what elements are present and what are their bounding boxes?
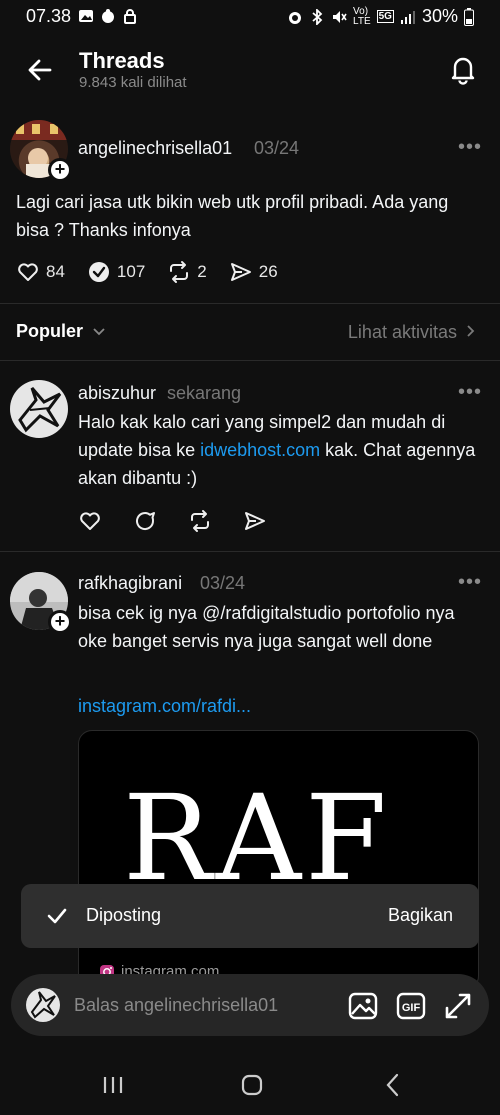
divider [0,303,500,304]
reply-time: sekarang [167,383,242,403]
reply-username[interactable]: rafkhagibrani [78,573,182,594]
repost-icon [170,261,189,283]
comment-icon[interactable] [133,509,157,533]
reply-avatar-rafkhagibrani[interactable]: + [10,572,72,634]
view-activity-link[interactable]: Lihat aktivitas [348,322,476,343]
link-preview-card[interactable]: RAF instagram.com [78,730,479,990]
avatar-sketch [18,387,62,433]
share-count: 26 [258,262,278,281]
like-count: 84 [46,262,65,281]
repost-count: 2 [197,262,207,281]
follow-plus-button[interactable]: + [48,610,72,634]
preview-logo-text: RAF [123,769,391,907]
gallery-icon [79,10,93,22]
reply-avatar-abiszuhur[interactable] [10,380,68,438]
signal-icon [400,10,415,24]
toast-message: Diposting [86,905,162,925]
battery-percent: 30% [421,6,458,26]
system-nav-bar [0,1050,500,1115]
view-activity-label: Lihat aktivitas [347,322,457,342]
bell-icon[interactable] [446,52,480,86]
reply-username[interactable]: abiszuhur [78,383,156,404]
status-notification-icons [78,8,138,24]
image-icon[interactable] [347,990,379,1022]
reply-link[interactable]: idwebhost.com [200,440,320,460]
reply-time: 03/24 [200,573,246,593]
status-system-icons: Vo) LTE 5G 30% [287,6,474,27]
reply-badge-icon [88,262,109,282]
main-post-avatar[interactable]: + [10,120,72,182]
like-button[interactable]: 84 [16,260,65,284]
more-options-icon[interactable]: ••• [458,381,482,404]
page-title: Threads [79,48,165,73]
expand-icon[interactable] [442,990,474,1022]
battery-icon [464,7,474,26]
reply-body: bisa cek ig nya @/rafdigitalstudio porto… [78,603,455,651]
heart-icon [18,263,38,281]
avatar-sketch [30,991,56,1019]
svg-text:GIF: GIF [402,1002,421,1014]
status-bar: 07.38 Vo) LTE 5G 30% [0,0,500,34]
volte-indicator: Vo) LTE [353,5,371,27]
posted-toast: Diposting Bagikan [21,884,479,948]
follow-plus-button[interactable]: + [48,158,72,182]
post-actions: 84 107 2 26 [16,260,300,284]
reply-body: Halo kak kalo cari yang simpel2 dan muda… [78,408,483,492]
reply-actions [78,509,267,533]
lock-icon [124,9,136,24]
bluetooth-icon [312,8,323,25]
recent-apps-icon[interactable] [98,1070,128,1100]
sort-dropdown[interactable]: Populer [16,321,106,342]
network-type: 5G [376,10,394,23]
back-arrow-icon[interactable] [24,54,56,86]
chevron-down-icon [93,328,105,336]
composer-avatar [26,988,60,1022]
divider [0,360,500,361]
check-icon [47,908,67,924]
post-body: Lagi cari jasa utk bikin web utk profil … [16,192,449,240]
share-toast-button[interactable]: Bagikan [388,905,453,926]
home-icon[interactable] [237,1070,267,1100]
send-icon[interactable] [243,509,267,533]
reply-composer[interactable]: Balas angelinechrisella01 GIF [11,974,489,1036]
send-icon [230,263,251,281]
game-icon [102,9,114,23]
repost-icon[interactable] [188,509,212,533]
alarm-icon [289,11,302,24]
back-nav-icon[interactable] [378,1070,408,1100]
status-time: 07.38 [26,6,72,26]
gif-icon[interactable]: GIF [395,990,427,1022]
heart-icon[interactable] [78,509,102,533]
more-options-icon[interactable]: ••• [458,136,482,159]
mute-icon [333,10,347,23]
post-username[interactable]: angelinechrisella01 [78,138,232,159]
replies-button[interactable]: 107 [87,260,145,284]
divider [0,551,500,552]
post-date: 03/24 [254,138,300,158]
chevron-right-icon [467,325,475,337]
repost-button[interactable]: 2 [167,260,207,284]
view-count: 9.843 kali dilihat [79,74,187,91]
share-button[interactable]: 26 [229,260,278,284]
instagram-link[interactable]: instagram.com/rafdi... [78,696,251,717]
reply-count: 107 [116,262,146,281]
more-options-icon[interactable]: ••• [458,571,482,594]
header: Threads 9.843 kali dilihat [0,40,500,102]
reply-input-placeholder[interactable]: Balas angelinechrisella01 [74,995,278,1016]
sort-label: Populer [16,321,84,341]
